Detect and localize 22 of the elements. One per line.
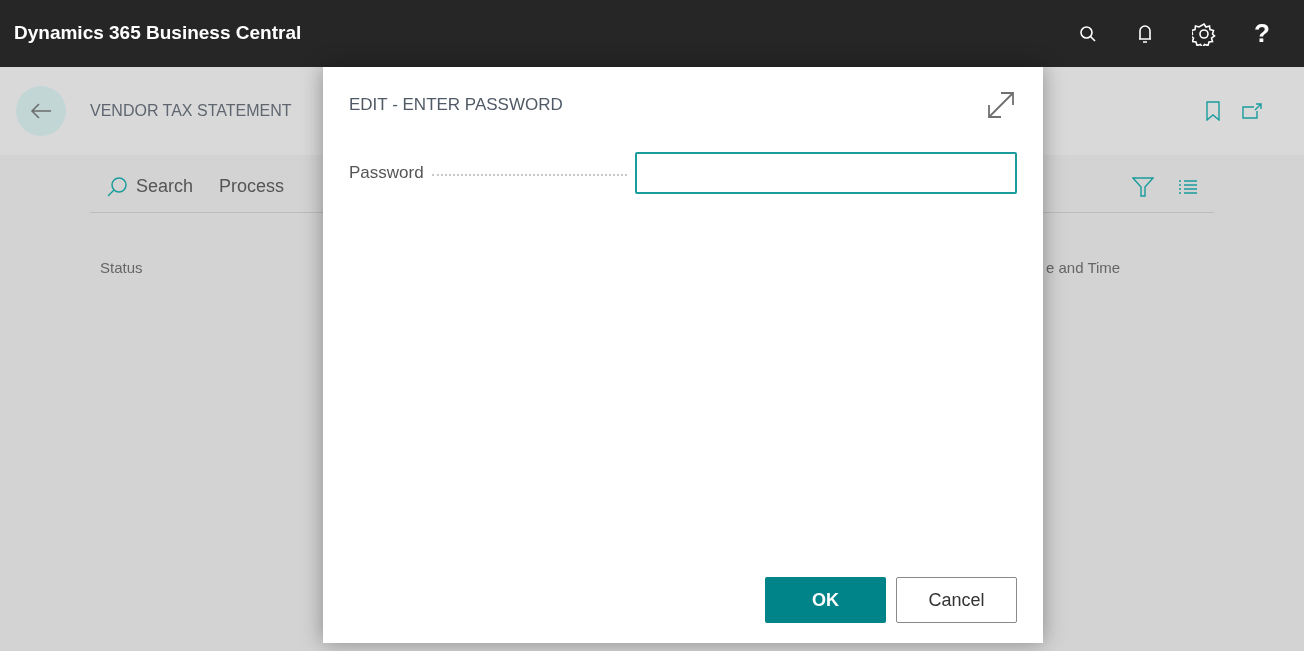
filter-icon[interactable] [1132,176,1154,197]
list-icon[interactable] [1178,178,1198,195]
help-button[interactable]: ? [1254,14,1270,53]
pop-out-icon[interactable] [1242,103,1262,119]
search-icon [106,175,128,198]
bookmark-icon[interactable] [1206,101,1220,121]
settings-icon[interactable] [1192,21,1217,46]
dialog-title: EDIT - ENTER PASSWORD [349,94,563,117]
ok-button[interactable]: OK [765,577,886,623]
cancel-button[interactable]: Cancel [896,577,1017,623]
search-button[interactable]: Search [106,173,194,200]
search-label: Search [136,175,194,198]
field-label: Password [349,162,424,185]
page-title: VENDOR TAX STATEMENT [90,101,292,121]
expand-icon[interactable] [985,89,1017,121]
password-field[interactable] [635,152,1017,194]
app-title: Dynamics 365 Business Central [14,21,302,46]
column-header: Status [100,258,143,278]
column-header: e and Time [1046,258,1121,278]
back-button[interactable] [16,86,66,136]
action-button[interactable]: Process [219,173,285,200]
back-arrow-icon [29,102,53,120]
